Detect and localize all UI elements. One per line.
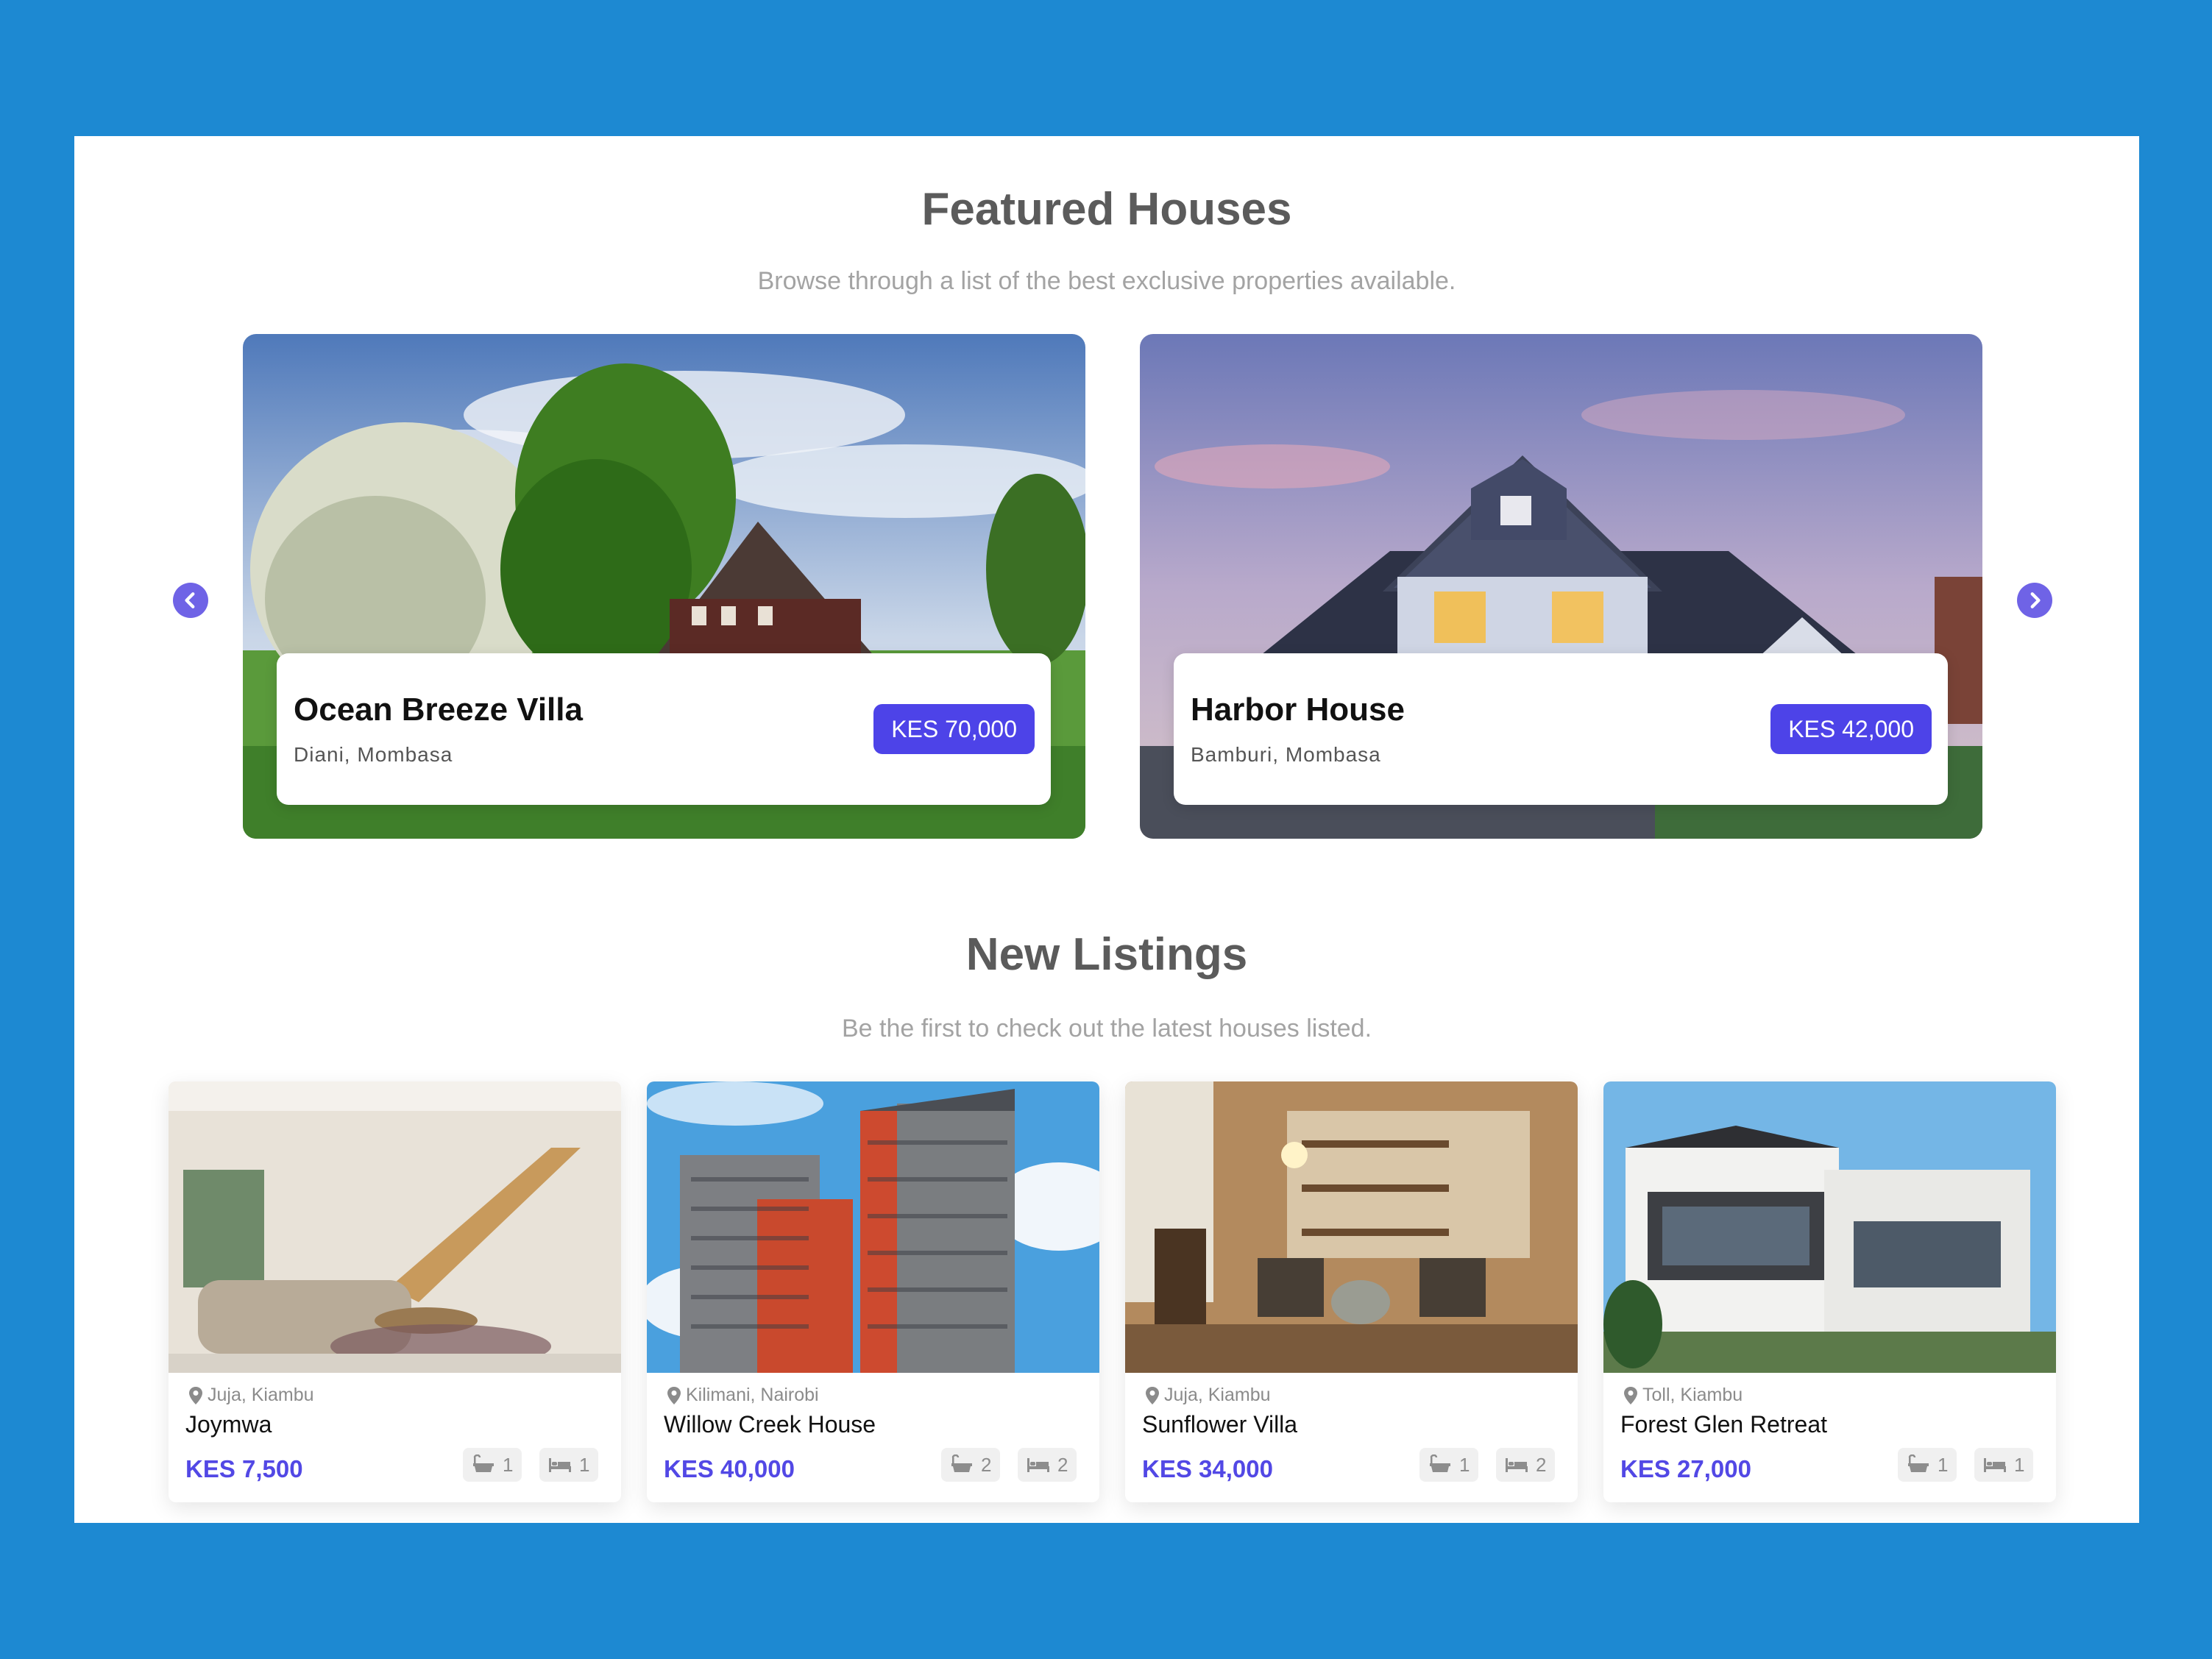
featured-card[interactable]: Ocean Breeze Villa Diani, Mombasa KES 70… (243, 334, 1085, 839)
featured-card-price: KES 70,000 (873, 704, 1035, 754)
listings-heading: New Listings (965, 929, 1248, 980)
chevron-left-icon (185, 592, 195, 608)
featured-heading: Featured Houses (921, 184, 1292, 235)
bed-count-badge: 1 (539, 1448, 599, 1482)
bed-count: 2 (1536, 1453, 1547, 1476)
listing-card-image (1603, 1081, 2056, 1373)
bed-icon (549, 1458, 571, 1472)
listing-card-title: Sunflower Villa (1142, 1411, 1298, 1438)
featured-card-title: Ocean Breeze Villa (294, 692, 583, 728)
map-pin-icon (1624, 1386, 1637, 1404)
bed-count: 2 (1057, 1453, 1068, 1476)
featured-card-info: Harbor House Bamburi, Mombasa KES 42,000 (1174, 653, 1948, 805)
bathtub-icon (1908, 1454, 1929, 1472)
carousel-prev-button[interactable] (173, 583, 208, 618)
bed-count: 1 (2014, 1453, 2025, 1476)
listing-card-title: Forest Glen Retreat (1620, 1411, 1827, 1438)
listing-card-price: KES 7,500 (185, 1455, 303, 1482)
bed-count-badge: 2 (1496, 1448, 1556, 1482)
listing-card-location-text: Juja, Kiambu (1164, 1385, 1271, 1405)
listing-card[interactable]: Kilimani, Nairobi Willow Creek House KES… (647, 1081, 1099, 1502)
featured-card[interactable]: Harbor House Bamburi, Mombasa KES 42,000 (1140, 334, 1982, 839)
bath-count-badge: 1 (1419, 1448, 1479, 1482)
featured-card-title: Harbor House (1191, 692, 1405, 728)
map-pin-icon (1146, 1386, 1159, 1404)
bed-icon (1506, 1458, 1528, 1472)
bathtub-icon (473, 1454, 494, 1472)
bed-count: 1 (579, 1453, 590, 1476)
bed-icon (1984, 1458, 2006, 1472)
bath-count-badge: 1 (1898, 1448, 1957, 1482)
listing-card-image (169, 1081, 621, 1373)
bath-count-badge: 1 (463, 1448, 522, 1482)
listing-card-location-text: Juja, Kiambu (208, 1385, 314, 1405)
featured-subheading: Browse through a list of the best exclus… (757, 267, 1456, 295)
listing-card-image (1125, 1081, 1578, 1373)
listing-card[interactable]: Toll, Kiambu Forest Glen Retreat KES 27,… (1603, 1081, 2056, 1502)
bath-count: 2 (981, 1453, 992, 1476)
chevron-right-icon (2030, 592, 2041, 608)
listing-card-location: Juja, Kiambu (188, 1385, 314, 1406)
listing-card-image (647, 1081, 1099, 1373)
bathtub-icon (951, 1454, 972, 1472)
listing-card-location-text: Kilimani, Nairobi (686, 1385, 819, 1405)
bed-count-badge: 1 (1974, 1448, 2034, 1482)
bath-count: 1 (503, 1453, 514, 1476)
listing-card-location: Juja, Kiambu (1145, 1385, 1271, 1406)
map-pin-icon (189, 1386, 202, 1404)
listing-card-title: Joymwa (185, 1411, 272, 1438)
listing-card[interactable]: Juja, Kiambu Joymwa KES 7,500 1 1 (169, 1081, 621, 1502)
featured-card-price: KES 42,000 (1770, 704, 1932, 754)
bed-icon (1027, 1458, 1049, 1472)
listing-card[interactable]: Juja, Kiambu Sunflower Villa KES 34,000 … (1125, 1081, 1578, 1502)
listings-subheading: Be the first to check out the latest hou… (841, 1015, 1372, 1042)
featured-card-location: Diani, Mombasa (294, 743, 453, 766)
map-pin-icon (667, 1386, 681, 1404)
listing-card-location-text: Toll, Kiambu (1642, 1385, 1743, 1405)
bath-count: 1 (1938, 1453, 1949, 1476)
listing-card-location: Kilimani, Nairobi (667, 1385, 819, 1406)
page-content: Featured Houses Browse through a list of… (74, 136, 2139, 1523)
bathtub-icon (1430, 1454, 1450, 1472)
listing-card-price: KES 34,000 (1142, 1455, 1273, 1482)
listing-card-location: Toll, Kiambu (1623, 1385, 1743, 1406)
listing-card-price: KES 27,000 (1620, 1455, 1751, 1482)
featured-card-info: Ocean Breeze Villa Diani, Mombasa KES 70… (277, 653, 1051, 805)
carousel-next-button[interactable] (2017, 583, 2052, 618)
featured-card-location: Bamburi, Mombasa (1191, 743, 1381, 766)
bed-count-badge: 2 (1018, 1448, 1077, 1482)
listing-card-price: KES 40,000 (664, 1455, 795, 1482)
bath-count: 1 (1459, 1453, 1470, 1476)
bath-count-badge: 2 (941, 1448, 1001, 1482)
listing-card-title: Willow Creek House (664, 1411, 876, 1438)
